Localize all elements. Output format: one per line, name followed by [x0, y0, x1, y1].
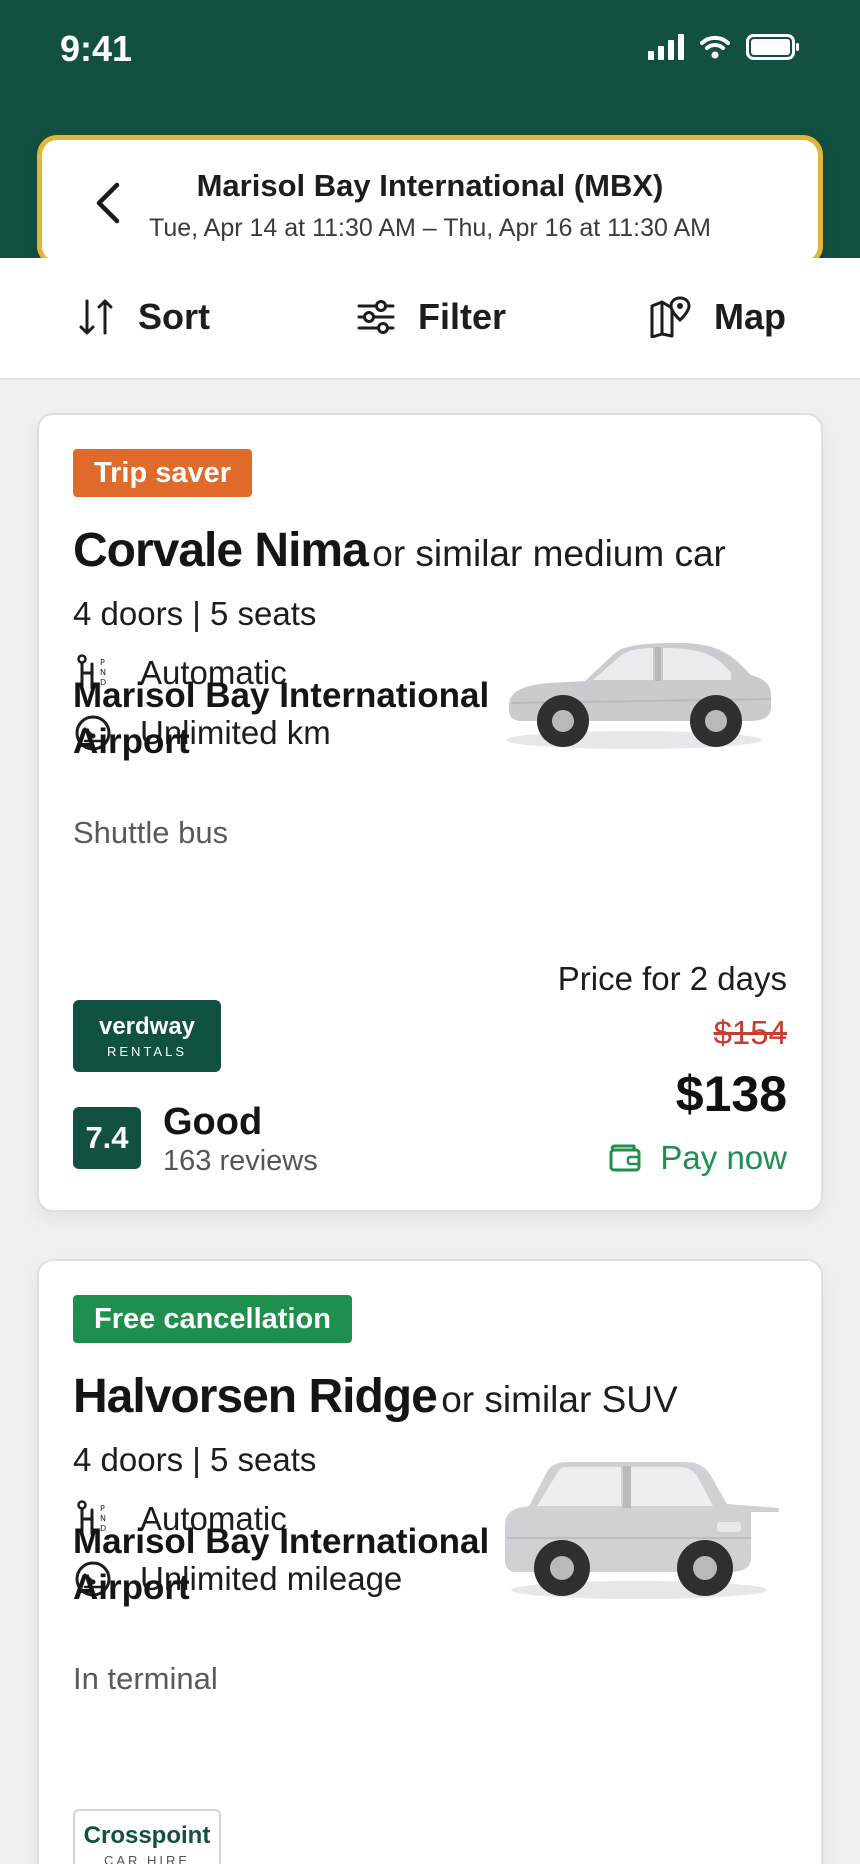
map-button[interactable]: Map [648, 296, 786, 338]
search-summary[interactable]: Marisol Bay International (MBX) Tue, Apr… [37, 135, 823, 266]
pickup-location: Marisol Bay International Airport [73, 676, 490, 761]
doors-seats: 4 doors | 5 seats [73, 595, 317, 632]
vendor-logo: verdway RENTALS [73, 1000, 221, 1072]
map-pin-icon [650, 296, 691, 338]
results-toolbar: Sort Filter Map [0, 258, 860, 380]
car-name: Corvale Nima [73, 524, 369, 577]
filter-sliders-icon [357, 300, 395, 334]
price-duration: Price for 2 days [557, 960, 787, 997]
signal-icon [648, 34, 684, 60]
sort-button[interactable]: Sort [76, 296, 210, 338]
car-class: or similar medium car [372, 533, 726, 574]
svg-text:P: P [100, 1504, 105, 1513]
trip-saver-badge: Trip saver [73, 449, 253, 497]
car-name: Halvorsen Ridge [73, 1370, 438, 1423]
car-title: Halvorsen Ridge or similar SUV [73, 1369, 678, 1424]
rental-dates: Tue, Apr 14 at 11:30 AM – Thu, Apr 16 at… [149, 214, 711, 242]
pickup-location-title: Marisol Bay International (MBX) [196, 168, 664, 203]
car-class: or similar SUV [441, 1379, 678, 1420]
filter-button[interactable]: Filter [356, 296, 506, 338]
wifi-icon [700, 35, 730, 59]
rating-score: 7.4 [73, 1107, 141, 1169]
battery-icon [746, 34, 799, 60]
current-price: $138 [675, 1066, 787, 1122]
svg-text:P: P [100, 658, 105, 667]
car-result-card[interactable]: Free cancellation Halvorsen Ridge or sim… [37, 1259, 823, 1864]
sort-label: Sort [138, 296, 210, 337]
car-result-card[interactable]: Trip saver Corvale Nima or similar mediu… [37, 413, 823, 1212]
status-icons [648, 34, 800, 60]
pickup-location: Marisol Bay International Airport [73, 1522, 490, 1607]
filter-label: Filter [418, 296, 507, 337]
pickup-type: Shuttle bus [73, 815, 229, 850]
car-title: Corvale Nima or similar medium car [73, 523, 726, 578]
review-count[interactable]: 163 reviews [163, 1145, 318, 1178]
doors-seats: 4 doors | 5 seats [73, 1441, 317, 1478]
car-image [505, 1462, 779, 1599]
wallet-icon [609, 1144, 641, 1172]
pay-now-info: Pay now [608, 1139, 787, 1177]
pay-now-label: Pay now [660, 1139, 787, 1176]
sort-icon [79, 299, 113, 335]
car-image [506, 643, 772, 749]
original-price: $154 [713, 1014, 787, 1051]
map-label: Map [714, 296, 786, 337]
rating-word: Good [163, 1101, 263, 1143]
free-cancellation-badge: Free cancellation [73, 1295, 352, 1343]
pickup-type: In terminal [73, 1661, 218, 1696]
vendor-logo: Crosspoint CAR HIRE [73, 1809, 221, 1864]
status-time: 9:41 [60, 28, 133, 69]
